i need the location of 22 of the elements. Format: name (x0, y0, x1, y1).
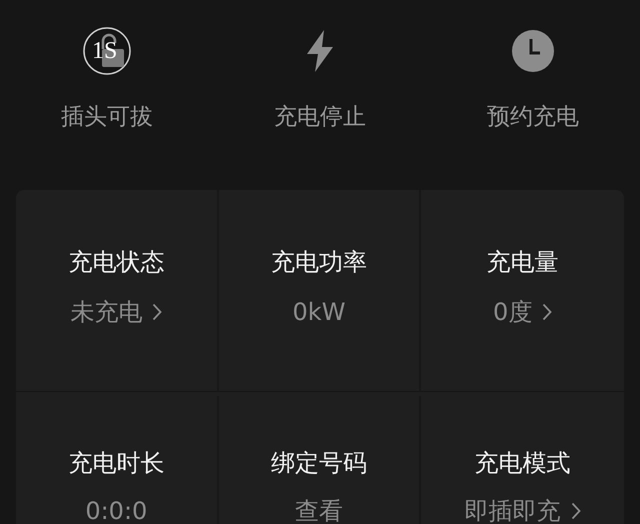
stat-value[interactable]: 0度 (493, 297, 532, 327)
chevron-icon[interactable] (152, 303, 162, 321)
action-label[interactable]: 插头可拔 (61, 103, 153, 131)
stat-title: 充电模式 (474, 448, 571, 478)
stat-value: 0:0:0 (85, 496, 148, 524)
chevron-icon[interactable] (542, 303, 552, 321)
timer-label: 1S (92, 38, 118, 64)
lightning-icon[interactable] (305, 29, 335, 73)
stat-value[interactable]: 即插即充 (464, 496, 561, 524)
action-label[interactable]: 预约充电 (487, 103, 579, 131)
clock-icon[interactable] (511, 29, 555, 73)
stat-title: 绑定号码 (270, 448, 367, 478)
stat-title: 充电功率 (270, 247, 367, 277)
stat-value[interactable]: 未充电 (70, 297, 142, 327)
stat-title: 充电量 (486, 247, 559, 277)
unlock-icon[interactable] (83, 27, 131, 75)
stat-value: 0kW (292, 297, 346, 327)
chevron-icon[interactable] (570, 502, 581, 520)
stat-title: 充电状态 (68, 247, 164, 277)
stat-title: 充电时长 (68, 448, 164, 478)
action-label[interactable]: 充电停止 (274, 103, 366, 131)
stat-value: 查看 (294, 496, 343, 524)
